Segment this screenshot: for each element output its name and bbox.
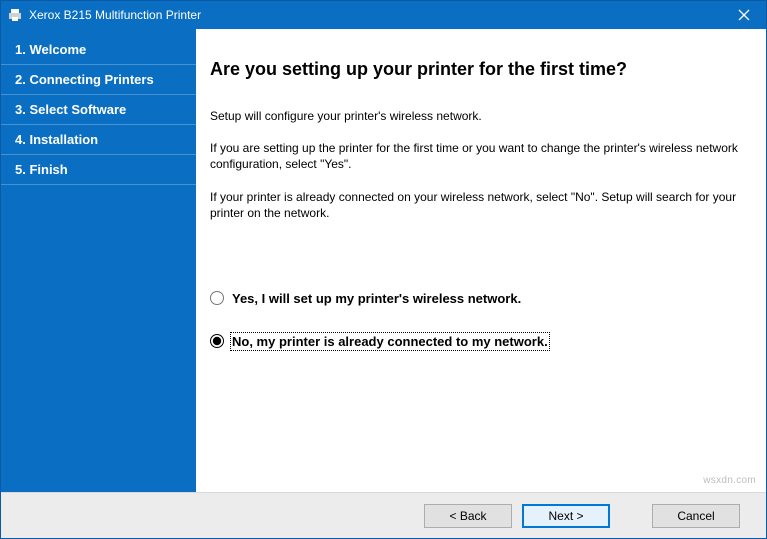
radio-yes[interactable] [210, 291, 224, 305]
watermark: wsxdn.com [703, 475, 756, 486]
step-select-software[interactable]: 3. Select Software [1, 95, 196, 125]
back-button[interactable]: < Back [424, 504, 512, 528]
intro-text-1: Setup will configure your printer's wire… [210, 108, 738, 124]
window-title: Xerox B215 Multifunction Printer [29, 8, 722, 22]
step-installation[interactable]: 4. Installation [1, 125, 196, 155]
sidebar: 1. Welcome 2. Connecting Printers 3. Sel… [1, 29, 196, 492]
option-yes-label: Yes, I will set up my printer's wireless… [232, 291, 521, 306]
option-yes[interactable]: Yes, I will set up my printer's wireless… [210, 291, 738, 306]
content-pane: Are you setting up your printer for the … [196, 29, 766, 492]
intro-text-3: If your printer is already connected on … [210, 189, 738, 221]
radio-group: Yes, I will set up my printer's wireless… [210, 291, 738, 349]
step-welcome[interactable]: 1. Welcome [1, 35, 196, 65]
step-finish[interactable]: 5. Finish [1, 155, 196, 185]
close-button[interactable] [722, 1, 766, 29]
radio-no[interactable] [210, 334, 224, 348]
window-body: 1. Welcome 2. Connecting Printers 3. Sel… [1, 29, 766, 492]
page-heading: Are you setting up your printer for the … [210, 59, 738, 80]
option-no[interactable]: No, my printer is already connected to m… [210, 334, 738, 349]
intro-text-2: If you are setting up the printer for th… [210, 140, 738, 172]
option-no-label: No, my printer is already connected to m… [232, 334, 548, 349]
footer: < Back Next > Cancel [1, 492, 766, 538]
cancel-button[interactable]: Cancel [652, 504, 740, 528]
titlebar: Xerox B215 Multifunction Printer [1, 1, 766, 29]
printer-icon [7, 7, 23, 23]
step-connecting-printers[interactable]: 2. Connecting Printers [1, 65, 196, 95]
installer-window: Xerox B215 Multifunction Printer 1. Welc… [0, 0, 767, 539]
close-icon [738, 9, 750, 21]
next-button[interactable]: Next > [522, 504, 610, 528]
